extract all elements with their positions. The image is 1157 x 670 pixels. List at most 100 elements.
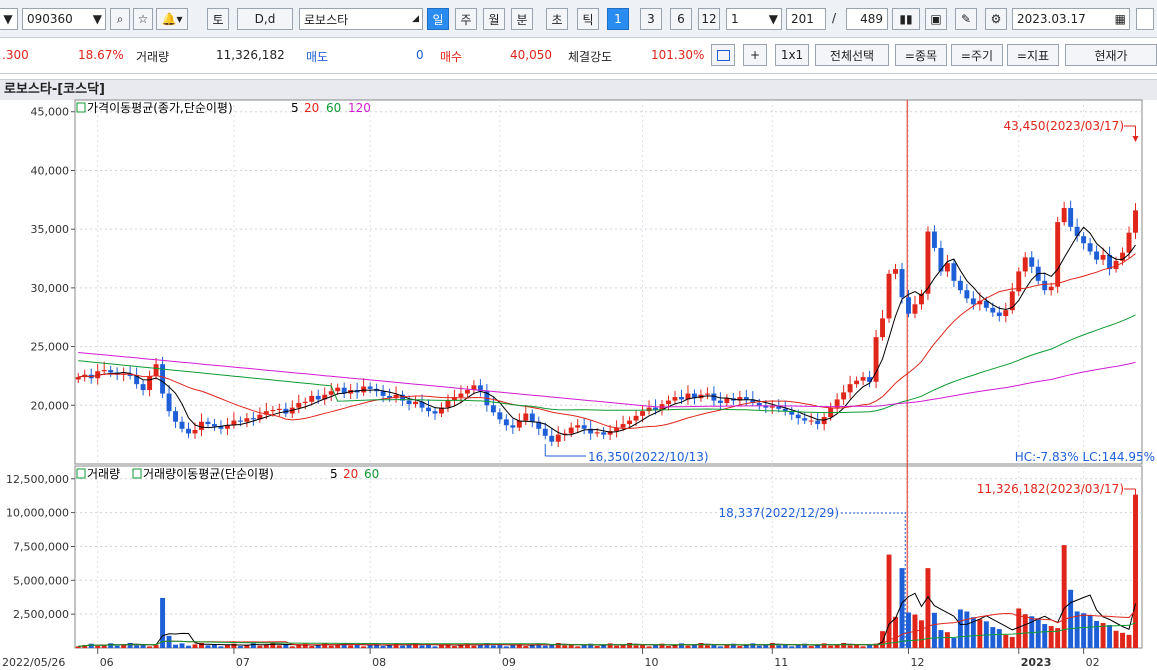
price-tick-label: 20,000 [31,399,70,412]
candle-body [328,391,334,395]
candle-body [996,312,1002,317]
volume-bar [724,645,730,648]
volume-bar [1003,634,1009,648]
stock-chart[interactable]: 45,000 40,000 35,000 30,000 25,000 20,000 12,5… [0,0,1157,670]
volume-bar [685,645,691,648]
ma5-line [78,226,1136,436]
price-legend-title: 가격이동평균(종가,단순이평) [87,101,233,115]
price-tick-label: 40,000 [31,164,70,177]
candle-body [542,428,548,436]
candle-body [1126,232,1132,253]
volume-bar [951,637,957,648]
candle-body [724,398,730,403]
candle-body [957,280,963,291]
price-tick-label: 25,000 [31,341,70,354]
price-tick-label: 30,000 [31,282,70,295]
volume-bar [880,631,886,648]
candle-body [1133,210,1138,233]
candle-body [140,384,146,391]
candle-body [666,400,671,405]
candle-body [413,401,418,405]
volume-bar [562,645,568,648]
volume-bar [938,630,944,648]
candle-body [704,393,710,395]
volume-bar [666,646,671,648]
candle-body [186,428,191,434]
candle-body [211,424,217,427]
volume-bar [789,646,795,648]
candle-body [1087,243,1093,252]
candle-body [237,420,243,422]
volume-bar [1061,545,1067,648]
price-panel [75,125,1139,457]
candle-body [1042,280,1048,291]
volume-bar [1126,634,1132,648]
candle-body [633,415,639,421]
candle-body [309,395,315,402]
volume-bar [860,646,866,648]
candle-body [179,421,185,429]
candle-body [361,386,367,393]
volume-bar [893,616,898,648]
volume-bar [1009,636,1015,648]
candle-body [426,407,431,412]
x-tick-label: 07 [236,656,250,669]
candle-body [101,370,107,372]
volume-high-annotation: 11,326,182(2023/03/17) [977,482,1124,496]
volume-bar [490,645,496,648]
volume-bar [328,645,334,648]
price-panel-border [74,99,1143,465]
ma60-line [78,314,1136,414]
candle-body [880,318,886,338]
candle-body [769,406,775,408]
candle-body [276,408,282,410]
vma5-line [78,592,1136,647]
candle-body [335,387,341,392]
legend-vma20: 20 [343,467,358,481]
volume-bar [419,645,425,648]
volume-bar [957,609,963,648]
volume-bar [192,644,198,648]
volume-bar [594,646,600,648]
volume-bar [367,645,373,648]
volume-tick-label: 2,500,000 [13,608,69,621]
candle-body [743,397,749,400]
candle-body [205,421,211,425]
volume-bar [1133,494,1138,648]
volume-bar [179,643,185,648]
volume-bar [348,645,354,648]
candle-body [970,298,976,305]
candle-body [108,370,114,373]
volume-bar [1022,614,1028,648]
x-tick-label: 2022/05/26 [2,656,65,669]
volume-bar [996,629,1002,648]
x-tick-label: 02 [1086,656,1100,669]
candle-body [568,427,574,434]
volume-marker-annotation: 18,337(2022/12/29) [718,506,839,520]
legend-ma20: 20 [304,101,319,115]
volume-bar [776,645,782,648]
candle-body [854,380,860,385]
candle-body [153,364,159,376]
candle-body [503,419,509,426]
volume-legend-title: 거래량 [87,467,120,481]
volume-bar [439,645,444,648]
candle-body [847,384,853,393]
volume-bar [1107,625,1113,648]
volume-bar [1035,618,1041,648]
volume-bar [296,645,302,648]
candle-body [445,400,451,408]
volume-bar [289,646,295,648]
volume-bar [795,645,801,648]
candle-body [555,434,561,442]
volume-bar [977,619,983,648]
price-tick-label: 45,000 [31,106,70,119]
volume-bar [990,627,996,648]
ma120-line [78,352,1136,408]
candle-body [1074,226,1080,237]
volume-bar [847,645,853,648]
volume-bar [925,568,931,648]
volume-legend-box [76,468,86,479]
candle-body [931,231,937,248]
candle-body [1081,236,1087,244]
